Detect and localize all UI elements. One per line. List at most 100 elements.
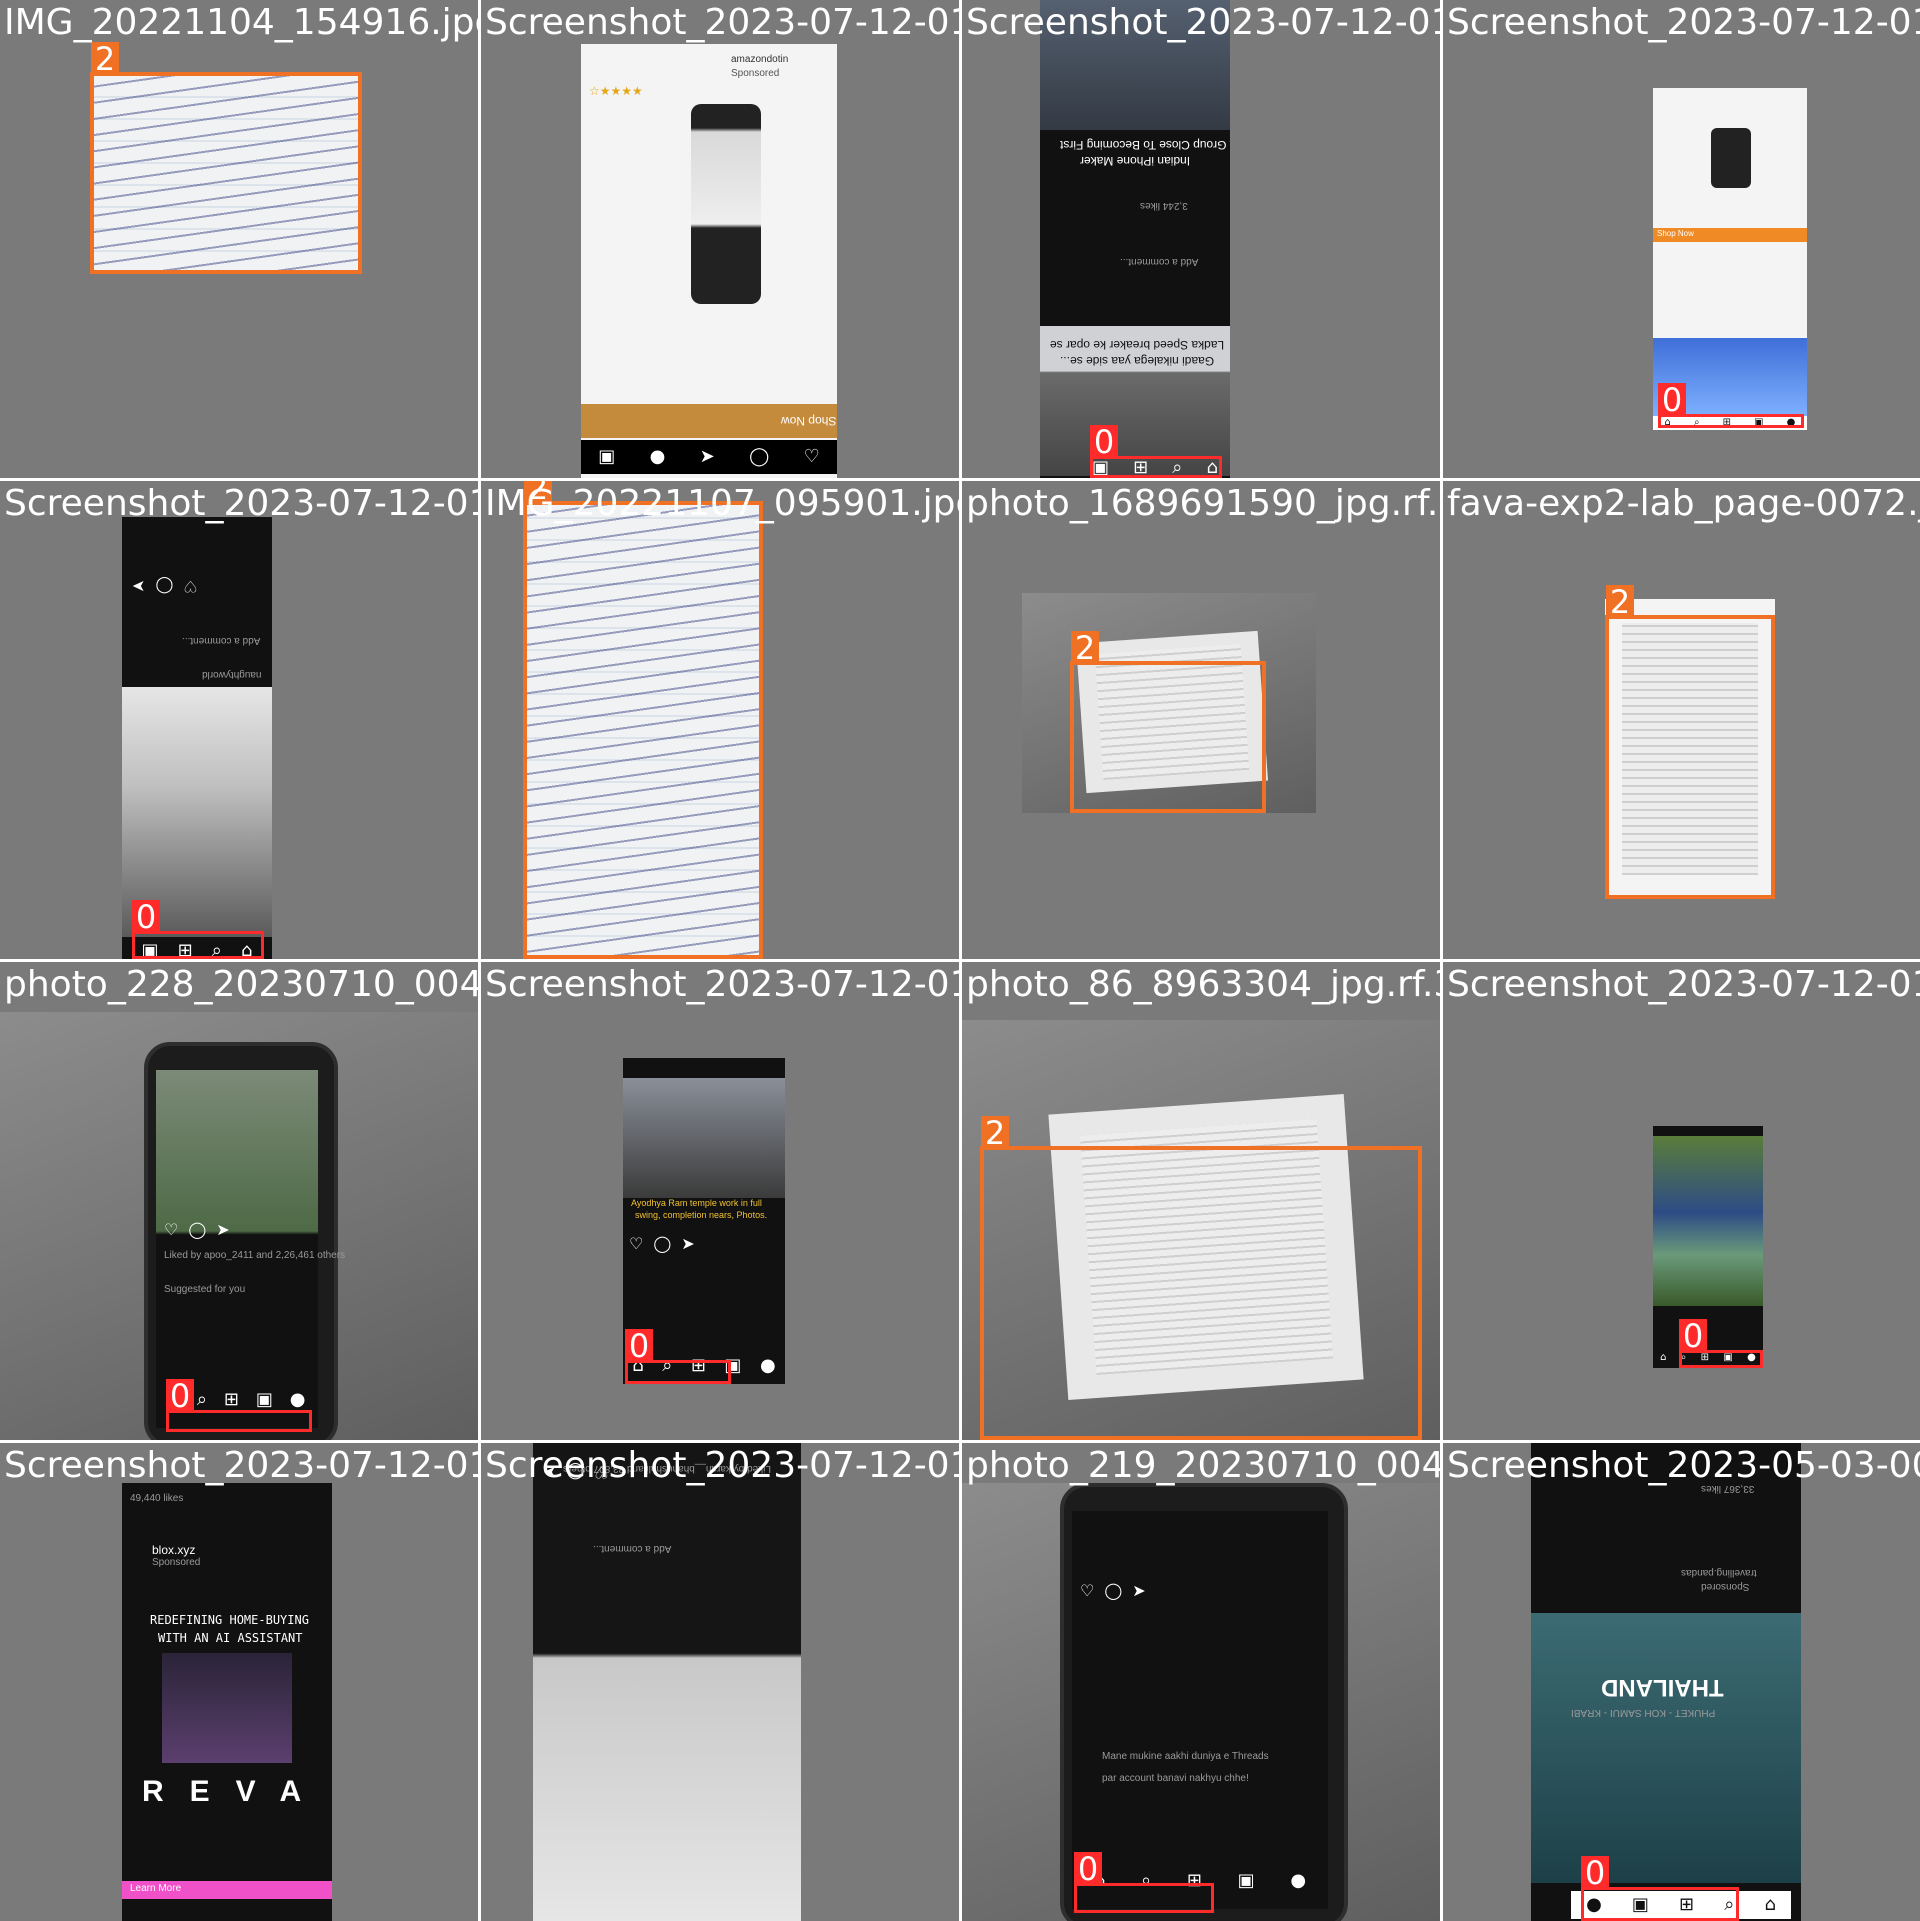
bounding-box: 2 — [90, 42, 362, 274]
bounding-box: 0 — [1581, 1856, 1739, 1921]
share-icon[interactable]: ➤ — [1132, 1581, 1145, 1600]
like-icon[interactable]: ♡ — [183, 577, 197, 596]
tile-filename: Screenshot_2023-07-12-01-09-09 — [1447, 964, 1920, 1005]
post-text-ad2: WITH AN AI ASSISTANT — [158, 1631, 303, 1645]
like-icon[interactable]: ♡ — [1080, 1581, 1094, 1600]
image-tile[interactable]: ♡ ◯ ➤ Add a comment... naughtyworld ▣ ⊞ ⌕ ⌂ 0 Scre… — [0, 481, 478, 959]
tile-filename: Screenshot_2023-07-12-01-23-58-42 — [485, 2, 959, 43]
image-tile[interactable]: ⌂⌕⊞▣●0 Screenshot_2023-07-12-01-09-09 — [1443, 962, 1920, 1440]
image-tile[interactable]: 49,440 likes blox.xyz Sponsored REDEFINING … — [0, 1443, 478, 1921]
comment-icon[interactable]: ◯ — [653, 1234, 671, 1253]
tile-image: Tata Group Close To Becoming First Indian… — [1040, 0, 1230, 478]
image-tile[interactable]: 33,367 likes travelling.pandas Sponsored TH… — [1443, 1443, 1920, 1921]
like-icon[interactable]: ♡ — [629, 1234, 643, 1253]
tile-image: Liked by apoo_2411 and 2,26,461 others Su… — [0, 1012, 478, 1440]
comment-icon[interactable]: ◯ — [155, 577, 173, 596]
post-text-sub: Sponsored — [1701, 1581, 1750, 1592]
image-tile[interactable]: 2 fava-exp2-lab_page-0072.jpg — [1443, 481, 1920, 959]
add-post-icon[interactable]: ⊞ — [224, 1391, 239, 1409]
profile-icon[interactable]: ● — [760, 1357, 776, 1375]
profile-icon[interactable]: ● — [290, 1391, 306, 1409]
tile-image: amazondotin Sponsored ☆★★★★ Shop Now ▣ ● ➤ ◯ ♡ — [581, 44, 837, 478]
box-class-label: 0 — [132, 900, 160, 934]
image-tile[interactable]: 2 IMG_20221104_154916.jpg — [0, 0, 478, 478]
nav-icon[interactable]: ◯ — [749, 448, 769, 466]
post-text-account: amazondotin — [731, 54, 789, 65]
tile-image: Mane mukine aakhi duniya e Threads par ac… — [962, 1483, 1440, 1921]
tile-filename: fava-exp2-lab_page-0072.jpg — [1447, 483, 1920, 524]
image-tile[interactable]: Tata Group Close To Becoming First Indian… — [962, 0, 1440, 478]
reels-icon[interactable]: ▣ — [1238, 1872, 1255, 1890]
profile-icon[interactable]: ● — [1290, 1872, 1306, 1890]
post-text-comment: Add a comment... — [1120, 256, 1199, 267]
reel-image-man — [1653, 1136, 1763, 1306]
like-icon[interactable]: ♡ — [164, 1220, 178, 1239]
blender-product-image — [1711, 128, 1751, 188]
bounding-box: 0 — [1090, 425, 1222, 478]
post-text-sub2: PHUKET - KOH SAMUI - KRABI — [1571, 1707, 1716, 1718]
post-text-headline2: Indian iPhone Maker — [1080, 154, 1191, 168]
box-class-label: 2 — [524, 481, 552, 505]
home-icon[interactable]: ⌂ — [1764, 1896, 1775, 1914]
box-class-label: 0 — [1679, 1319, 1707, 1353]
reels-icon[interactable]: ▣ — [598, 448, 615, 466]
bounding-box: 2 — [523, 481, 763, 959]
post-actions: ♡ ◯ ➤ — [1080, 1581, 1146, 1600]
bounding-box: 0 — [1658, 383, 1804, 428]
tile-image: Shop Now ⌂ ⌕ ⊞ ▣ ● — [1653, 88, 1807, 430]
box-class-label: 0 — [166, 1379, 194, 1413]
box-class-label: 2 — [1071, 631, 1099, 665]
comment-icon[interactable]: ◯ — [566, 1463, 584, 1482]
home-icon[interactable]: ⌂ — [1660, 1353, 1666, 1363]
image-tile[interactable]: Mane mukine aakhi duniya e Threads par ac… — [962, 1443, 1440, 1921]
post-text-likes: Liked by apoo_2411 and 2,26,461 others — [164, 1250, 346, 1261]
post-image-tata — [1040, 0, 1230, 130]
image-tile[interactable]: Ayodhya Ram temple work in full swing, co… — [481, 962, 959, 1440]
share-icon[interactable]: ➤ — [543, 1463, 556, 1482]
ad-image-rooms — [162, 1653, 292, 1763]
post-text-cta: Learn More — [130, 1883, 182, 1894]
nav-icon[interactable]: ➤ — [700, 448, 715, 466]
bounding-box: 0 — [166, 1379, 312, 1432]
post-text-comment: Add a comment... — [593, 1543, 672, 1554]
box-class-label: 0 — [1090, 425, 1118, 459]
image-tile[interactable]: amazondotin Sponsored ☆★★★★ Shop Now ▣ ● ➤ ◯ ♡ Sc… — [481, 0, 959, 478]
share-icon[interactable]: ➤ — [216, 1220, 229, 1239]
share-icon[interactable]: ➤ — [681, 1234, 694, 1253]
box-class-label: 0 — [1074, 1852, 1102, 1886]
image-tile[interactable]: Shop Now⌂⌕⊞▣●0 Screenshot_2023-07-12-01-5… — [1443, 0, 1920, 478]
bounding-box: 2 — [980, 1116, 1422, 1440]
like-icon[interactable]: ♡ — [594, 1463, 608, 1482]
post-text-sub: Sponsored — [152, 1557, 201, 1568]
box-class-label: 2 — [1606, 585, 1634, 619]
image-tile[interactable]: Liked by apoo_2411 and 2,26,461 others Su… — [0, 962, 478, 1440]
box-class-label: 2 — [981, 1116, 1009, 1150]
image-tile[interactable]: 2 photo_86_8963304_jpg.rf.36 — [962, 962, 1440, 1440]
post-text-suggested: Suggested for you — [164, 1284, 246, 1295]
comment-icon[interactable]: ◯ — [1104, 1581, 1122, 1600]
image-tile[interactable]: Liked by karan__bhanushali and 83,807 ot… — [481, 1443, 959, 1921]
post-image-temple — [623, 1078, 785, 1198]
post-text-headline4: Gaadi nikalega yaa side se... — [1060, 354, 1215, 368]
profile-icon[interactable]: ● — [650, 448, 666, 466]
post-text-headline1: Ayodhya Ram temple work in full — [631, 1198, 762, 1208]
box-class-label: 2 — [91, 42, 119, 76]
tile-image: 49,440 likes blox.xyz Sponsored REDEFINING … — [122, 1483, 332, 1921]
nav-icon[interactable]: ♡ — [804, 448, 820, 466]
reels-icon[interactable]: ▣ — [256, 1391, 273, 1409]
search-icon[interactable]: ⌕ — [197, 1391, 207, 1409]
image-tile[interactable]: 2 IMG_20221107_095901.jpg — [481, 481, 959, 959]
phone-device: Mane mukine aakhi duniya e Threads par ac… — [1060, 1483, 1348, 1921]
post-text-threads1: Mane mukine aakhi duniya e Threads — [1102, 1751, 1269, 1762]
comment-icon[interactable]: ◯ — [188, 1220, 206, 1239]
image-tile[interactable]: 2 photo_1689691590_jpg.rf.10 — [962, 481, 1440, 959]
post-text-shop: Shop Now — [1657, 229, 1694, 238]
blender-product-image — [691, 104, 761, 304]
box-class-label: 0 — [1658, 383, 1686, 417]
share-icon[interactable]: ➤ — [132, 577, 145, 596]
tile-filename: photo_228_20230710_004338_jpg.rf.95 — [4, 964, 478, 1005]
post-text-likes: 49,440 likes — [130, 1493, 184, 1504]
post-text-user: naughtyworld — [202, 669, 262, 680]
bounding-box: 0 — [132, 900, 264, 959]
box-class-label: 0 — [1581, 1856, 1609, 1890]
